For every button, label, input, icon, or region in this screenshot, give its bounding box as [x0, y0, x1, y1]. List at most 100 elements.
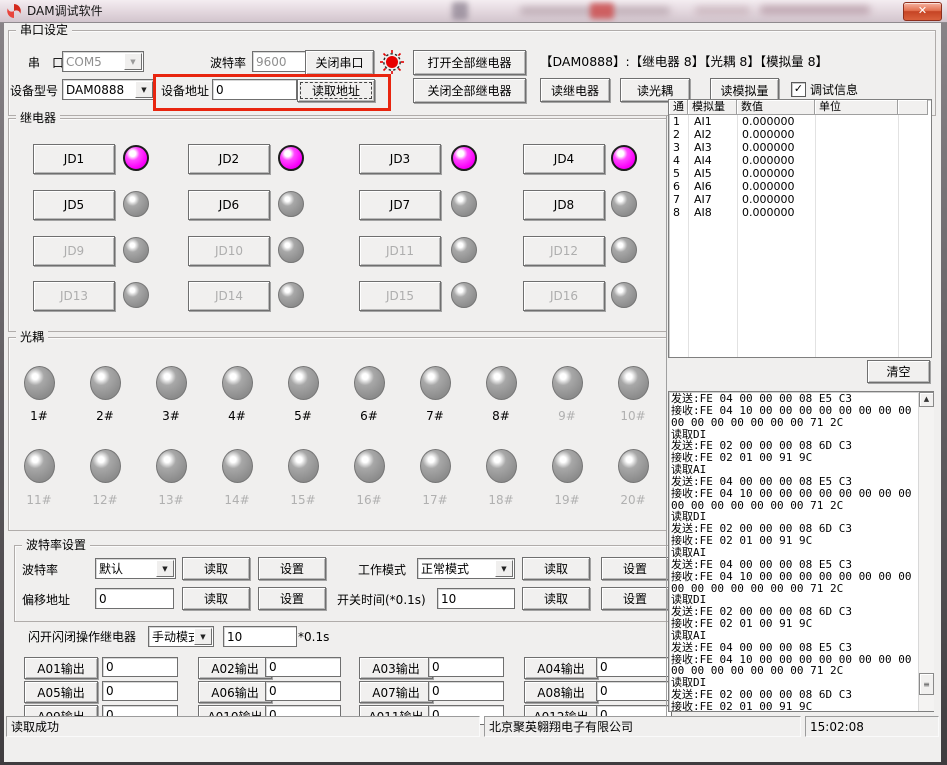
output-input-A04[interactable]: 0 [596, 657, 672, 677]
read-relays-button[interactable]: 读继电器 [540, 78, 610, 102]
output-button-A03[interactable]: A03输出 [359, 657, 433, 679]
output-input-A01[interactable]: 0 [102, 657, 178, 677]
port-select[interactable]: COM5▼ [62, 51, 144, 72]
output-input-A03[interactable]: 0 [428, 657, 504, 677]
table-row: 7AI70.000000 [669, 193, 931, 206]
relay-button-jd8[interactable]: JD8 [523, 190, 605, 220]
relay-button-jd3[interactable]: JD3 [359, 144, 441, 174]
opto-label-18: 18# [485, 493, 517, 507]
relay-button-jd6[interactable]: JD6 [188, 190, 270, 220]
output-input-A08[interactable]: 0 [596, 681, 672, 701]
relay-button-jd11[interactable]: JD11 [359, 236, 441, 266]
chevron-down-icon[interactable]: ▼ [124, 53, 142, 70]
relay-button-jd4[interactable]: JD4 [523, 144, 605, 174]
close-all-relays-button[interactable]: 关闭全部继电器 [413, 78, 526, 103]
close-serial-button[interactable]: 关闭串口 [305, 50, 374, 75]
output-input-A06[interactable]: 0 [265, 681, 341, 701]
scrollbar-thumb[interactable]: ≡ [919, 673, 934, 695]
relay-button-jd13[interactable]: JD13 [33, 281, 115, 311]
output-button-A02[interactable]: A02输出 [198, 657, 272, 679]
offset-address-input[interactable]: 0 [95, 588, 174, 609]
scroll-up-icon[interactable]: ▲ [919, 392, 934, 407]
open-all-relays-button[interactable]: 打开全部继电器 [413, 50, 526, 75]
app-window: DAM调试软件 ✕ 串口设定 串 口 COM5▼ 波特率 9600▼ 关闭串口 … [0, 0, 947, 765]
output-input-A07[interactable]: 0 [428, 681, 504, 701]
relay-led-jd11 [451, 237, 477, 263]
flash-mode-value: 手动模式 [152, 628, 200, 645]
output-input-A05[interactable]: 0 [102, 681, 178, 701]
workmode-label: 工作模式 [358, 563, 406, 577]
relay-button-jd15[interactable]: JD15 [359, 281, 441, 311]
relay-button-jd12[interactable]: JD12 [523, 236, 605, 266]
baudrate-select[interactable]: 默认▼ [95, 558, 176, 579]
switch-time-input[interactable]: 10 [437, 588, 515, 609]
flash-mode-select[interactable]: 手动模式▼ [148, 626, 214, 647]
chevron-down-icon[interactable]: ▼ [495, 560, 513, 577]
opto-label-3: 3# [155, 409, 187, 423]
log-textarea[interactable]: 发送:FE 04 00 00 00 08 E5 C3接收:FE 04 10 00… [668, 391, 934, 712]
workmode-set-button[interactable]: 设置 [601, 557, 669, 580]
analog-channel: 1 [673, 115, 680, 128]
chevron-down-icon[interactable]: ▼ [135, 81, 153, 98]
relay-led-jd5 [123, 191, 149, 217]
chevron-down-icon[interactable]: ▼ [194, 628, 212, 645]
offset-set-button[interactable]: 设置 [258, 587, 326, 610]
close-button[interactable]: ✕ [903, 2, 942, 21]
analog-name: AI7 [694, 193, 712, 206]
flash-time-input[interactable]: 10 [223, 626, 297, 647]
baudrate-set-button[interactable]: 设置 [258, 557, 326, 580]
output-input-A02[interactable]: 0 [265, 657, 341, 677]
device-address-input[interactable]: 0 [212, 79, 297, 100]
relay-button-jd5[interactable]: JD5 [33, 190, 115, 220]
offset-read-button[interactable]: 读取 [182, 587, 250, 610]
analog-table: 通模拟量数值单位 1AI10.0000002AI20.0000003AI30.0… [668, 99, 932, 358]
switch-set-button[interactable]: 设置 [601, 587, 669, 610]
log-scrollbar[interactable]: ▲ ≡ [918, 392, 934, 711]
model-select[interactable]: DAM0888▼ [62, 79, 155, 100]
opto-led-13 [156, 449, 187, 483]
analog-value: 0.000000 [742, 154, 795, 167]
analog-value: 0.000000 [742, 128, 795, 141]
relay-button-jd7[interactable]: JD7 [359, 190, 441, 220]
workmode-select[interactable]: 正常模式▼ [417, 558, 515, 579]
opto-label-2: 2# [89, 409, 121, 423]
output-button-A07[interactable]: A07输出 [359, 681, 433, 703]
titlebar-blur-decoration [452, 2, 468, 20]
log-line: 发送:FE 04 00 00 00 08 E5 C3 [671, 559, 933, 571]
output-button-A06[interactable]: A06输出 [198, 681, 272, 703]
output-button-A01[interactable]: A01输出 [24, 657, 98, 679]
output-button-A05[interactable]: A05输出 [24, 681, 98, 703]
relay-group: 继电器 JD1JD2JD3JD4JD5JD6JD7JD8JD9JD10JD11J… [8, 118, 667, 332]
relay-button-jd1[interactable]: JD1 [33, 144, 115, 174]
relay-button-jd2[interactable]: JD2 [188, 144, 270, 174]
baudrate-read-button[interactable]: 读取 [182, 557, 250, 580]
analog-col-header[interactable] [898, 100, 928, 115]
log-line: 00 00 00 00 00 00 00 71 2C [671, 583, 933, 595]
workmode-read-button[interactable]: 读取 [522, 557, 590, 580]
chevron-down-icon[interactable]: ▼ [156, 560, 174, 577]
relay-button-jd14[interactable]: JD14 [188, 281, 270, 311]
switch-read-button[interactable]: 读取 [522, 587, 590, 610]
relay-led-jd9 [123, 237, 149, 263]
log-line: 接收:FE 02 01 00 91 9C [671, 535, 933, 547]
debug-info-checkbox[interactable]: ✓ [791, 82, 806, 97]
opto-label-1: 1# [23, 409, 55, 423]
analog-col-header[interactable]: 数值 [737, 100, 815, 115]
analog-col-header[interactable]: 通 [669, 100, 688, 115]
opto-led-15 [288, 449, 319, 483]
relay-button-jd10[interactable]: JD10 [188, 236, 270, 266]
analog-col-header[interactable]: 模拟量 [688, 100, 737, 115]
relay-button-jd9[interactable]: JD9 [33, 236, 115, 266]
output-button-A04[interactable]: A04输出 [524, 657, 598, 679]
analog-name: AI3 [694, 141, 712, 154]
analog-col-header[interactable]: 单位 [815, 100, 898, 115]
device-info-text: 【DAM0888】:【继电器 8】【光耦 8】【模拟量 8】 [540, 55, 828, 69]
output-button-A08[interactable]: A08输出 [524, 681, 598, 703]
relay-button-jd16[interactable]: JD16 [523, 281, 605, 311]
analog-name: AI6 [694, 180, 712, 193]
analog-value: 0.000000 [742, 193, 795, 206]
opto-led-1 [24, 366, 55, 400]
relay-led-jd6 [278, 191, 304, 217]
read-address-button[interactable]: 读取地址 [297, 79, 375, 102]
clear-log-button[interactable]: 清空 [867, 360, 930, 383]
